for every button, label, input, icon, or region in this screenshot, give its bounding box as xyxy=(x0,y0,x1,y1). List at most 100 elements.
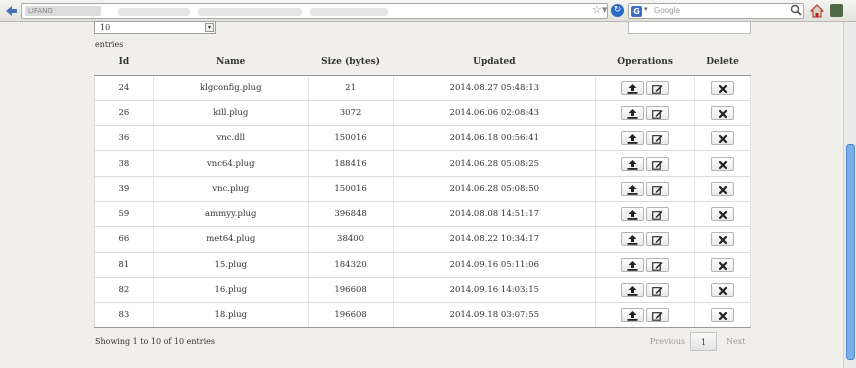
search-engine-dropdown-icon[interactable]: ▾ xyxy=(644,5,648,13)
delete-button[interactable] xyxy=(711,131,735,146)
cell-id: 24 xyxy=(94,75,154,101)
cell-updated: 2014.08.27 05:48:13 xyxy=(393,75,597,101)
cell-updated: 2014.09.16 05:11:06 xyxy=(393,252,597,278)
upload-icon xyxy=(622,108,643,119)
table-row: 66 met64.plug 38400 2014.08.22 10:34:17 xyxy=(94,226,751,253)
reload-icon[interactable]: ↻ xyxy=(611,4,624,17)
cell-name: vnc64.plug xyxy=(153,150,309,177)
edit-button[interactable] xyxy=(646,308,670,323)
cell-delete xyxy=(694,277,751,304)
upload-icon xyxy=(622,311,643,322)
edit-button[interactable] xyxy=(646,232,670,247)
cell-size: 21 xyxy=(308,75,394,101)
edit-icon xyxy=(647,109,668,119)
upload-button[interactable] xyxy=(621,156,645,171)
cell-delete xyxy=(694,252,751,278)
cell-updated: 2014.09.18 03:07:55 xyxy=(393,302,597,329)
edit-icon xyxy=(647,286,668,296)
edit-button[interactable] xyxy=(646,257,670,272)
table-row: 81 15.plug 184320 2014.09.16 05:11:06 xyxy=(94,252,751,278)
cell-size: 196608 xyxy=(308,277,394,304)
table-row: 26 kill.plug 3072 2014.06.06 02:08:43 xyxy=(94,100,751,127)
edit-button[interactable] xyxy=(646,156,670,171)
cell-size: 150016 xyxy=(308,176,394,202)
addon-icon[interactable] xyxy=(830,4,843,17)
browser-search-input[interactable]: G ▾ Google xyxy=(628,3,804,19)
address-bar[interactable]: LIFANG xyxy=(21,3,608,19)
plugins-table: Id Name Size (bytes) Updated Operations … xyxy=(94,50,751,329)
delete-button[interactable] xyxy=(711,156,735,171)
upload-button[interactable] xyxy=(621,131,645,146)
table-row: 39 vnc.plug 150016 2014.06.28 05:08:50 xyxy=(94,176,751,202)
delete-button[interactable] xyxy=(711,207,735,222)
delete-button[interactable] xyxy=(711,80,735,95)
delete-button[interactable] xyxy=(711,283,735,298)
cell-operations xyxy=(595,252,696,278)
pagination-next[interactable]: Next xyxy=(726,332,745,351)
edit-button[interactable] xyxy=(646,207,670,222)
upload-button[interactable] xyxy=(621,80,645,95)
home-icon[interactable] xyxy=(810,4,824,18)
delete-x-icon xyxy=(712,185,733,195)
cell-updated: 2014.08.08 14:51:17 xyxy=(393,201,597,228)
edit-button[interactable] xyxy=(646,181,670,196)
entries-per-page-value: 10 xyxy=(100,23,111,32)
cell-name: 15.plug xyxy=(153,252,309,278)
column-header-id[interactable]: Id xyxy=(94,50,154,76)
column-header-updated[interactable]: Updated xyxy=(393,50,596,76)
cell-delete xyxy=(694,150,751,177)
pagination-previous[interactable]: Previous xyxy=(650,332,685,351)
cell-name: klgconfig.plug xyxy=(153,75,309,101)
delete-button[interactable] xyxy=(711,257,735,272)
upload-button[interactable] xyxy=(621,105,645,120)
edit-button[interactable] xyxy=(646,105,670,120)
bookmark-star-icon[interactable]: ☆▾ xyxy=(592,3,607,17)
cell-delete xyxy=(694,201,751,228)
scrollbar-thumb[interactable] xyxy=(846,144,855,360)
cell-id: 38 xyxy=(94,150,154,177)
delete-x-icon xyxy=(712,84,733,94)
upload-button[interactable] xyxy=(621,257,645,272)
table-header-row: Id Name Size (bytes) Updated Operations … xyxy=(94,50,751,76)
upload-icon xyxy=(622,210,643,220)
cell-size: 184320 xyxy=(308,252,394,278)
edit-icon xyxy=(647,185,668,195)
delete-button[interactable] xyxy=(711,105,735,120)
table-search-input[interactable] xyxy=(628,21,751,34)
pagination-page-1[interactable]: 1 xyxy=(690,332,717,351)
delete-button[interactable] xyxy=(711,181,735,196)
browser-toolbar: LIFANG ☆▾ ↻ G ▾ Google xyxy=(0,0,856,22)
delete-button[interactable] xyxy=(711,308,735,323)
delete-x-icon xyxy=(712,261,733,271)
search-engine-icon[interactable]: G xyxy=(631,6,642,17)
upload-button[interactable] xyxy=(621,181,645,196)
delete-x-icon xyxy=(712,109,733,119)
delete-button[interactable] xyxy=(711,232,735,247)
upload-button[interactable] xyxy=(621,308,645,323)
upload-button[interactable] xyxy=(621,207,645,222)
search-icon[interactable] xyxy=(790,4,802,16)
vertical-scrollbar[interactable] xyxy=(843,22,856,368)
select-arrow-icon[interactable]: ▾ xyxy=(205,23,214,32)
search-placeholder: Google xyxy=(654,6,680,15)
cell-id: 66 xyxy=(94,226,154,253)
cell-name: ammyy.plug xyxy=(153,201,309,228)
edit-button[interactable] xyxy=(646,283,670,298)
upload-button[interactable] xyxy=(621,232,645,247)
edit-icon xyxy=(647,311,668,322)
entries-per-page-select[interactable]: 10 ▾ xyxy=(94,21,216,34)
cell-name: met64.plug xyxy=(153,226,309,253)
upload-icon xyxy=(622,159,643,170)
cell-delete xyxy=(694,75,751,101)
upload-button[interactable] xyxy=(621,283,645,298)
back-arrow-icon[interactable] xyxy=(3,3,19,19)
edit-button[interactable] xyxy=(646,80,670,95)
cell-delete xyxy=(694,302,751,329)
edit-button[interactable] xyxy=(646,131,670,146)
edit-icon xyxy=(647,235,668,246)
site-identity[interactable]: LIFANG xyxy=(25,6,101,16)
edit-icon xyxy=(647,134,668,144)
column-header-name[interactable]: Name xyxy=(153,50,309,76)
column-header-size[interactable]: Size (bytes) xyxy=(308,50,394,76)
upload-icon xyxy=(622,83,643,94)
